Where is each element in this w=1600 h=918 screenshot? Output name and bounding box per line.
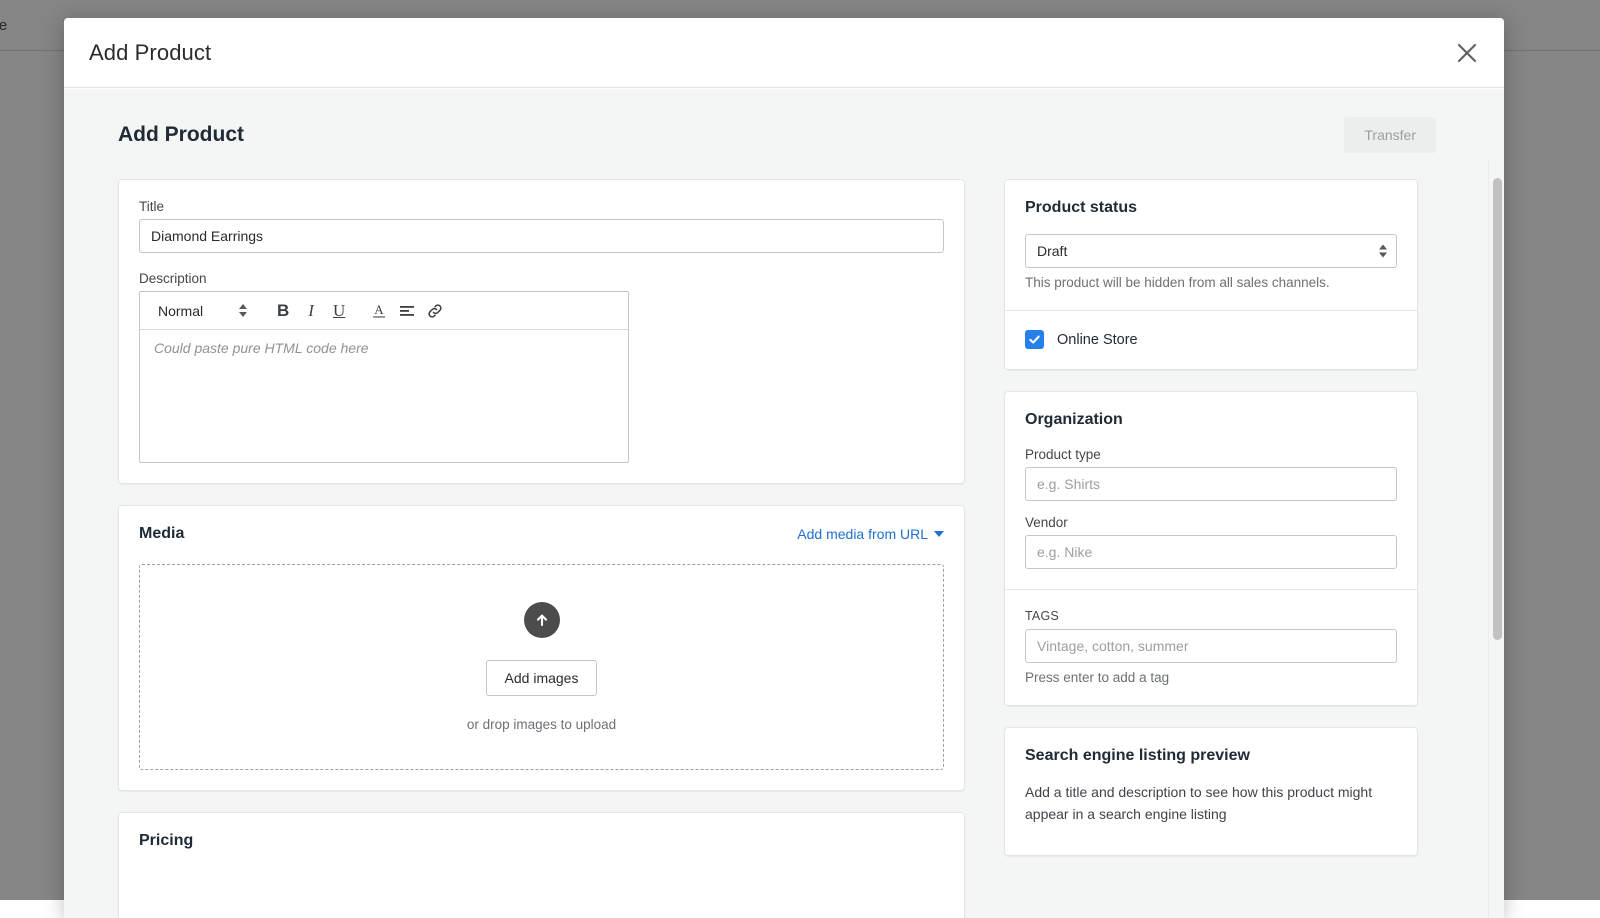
text-color-icon[interactable]: A (365, 297, 393, 325)
svg-text:A: A (374, 302, 384, 317)
product-status-body: Product status Draft This produc (1005, 180, 1417, 310)
seo-body-text: Add a title and description to see how t… (1025, 782, 1397, 825)
modal-body: Add Product Transfer Title Description (64, 89, 1504, 918)
description-label: Description (139, 271, 944, 286)
product-type-label: Product type (1025, 447, 1397, 462)
title-description-card: Title Description Normal (118, 179, 965, 484)
product-status-card: Product status Draft This produc (1004, 179, 1418, 370)
title-input[interactable] (139, 219, 944, 253)
modal-header: Add Product (64, 18, 1504, 88)
title-label: Title (139, 199, 944, 214)
close-icon[interactable] (1450, 36, 1484, 70)
format-select[interactable]: Normal (150, 303, 253, 319)
modal-content-canvas: Add Product Transfer Title Description (64, 89, 1491, 918)
italic-button[interactable]: I (297, 297, 325, 325)
transfer-button[interactable]: Transfer (1344, 117, 1436, 153)
product-status-heading: Product status (1025, 199, 1137, 216)
organization-heading: Organization (1025, 411, 1123, 428)
page-title: Add Product (118, 123, 244, 147)
seo-preview-card: Search engine listing preview Add a titl… (1004, 727, 1418, 856)
add-images-button[interactable]: Add images (486, 660, 598, 696)
bold-button[interactable]: B (269, 297, 297, 325)
description-editor: Normal B I U (139, 291, 629, 463)
media-heading: Media (139, 525, 184, 543)
description-textarea[interactable]: Could paste pure HTML code here (140, 330, 628, 462)
link-icon[interactable] (421, 297, 449, 325)
product-type-input[interactable] (1025, 467, 1397, 501)
vendor-input[interactable] (1025, 535, 1397, 569)
modal-title: Add Product (89, 40, 211, 66)
media-dropzone[interactable]: Add images or drop images to upload (139, 564, 944, 770)
vendor-label: Vendor (1025, 515, 1397, 530)
sales-channels-body: Online Store (1005, 311, 1417, 369)
modal-scrollbar-track[interactable] (1488, 160, 1504, 918)
pricing-heading: Pricing (139, 832, 193, 849)
organization-body: Organization Product type Vendor (1005, 392, 1417, 589)
drop-hint-text: or drop images to upload (467, 717, 616, 732)
tags-input[interactable] (1025, 629, 1397, 663)
editor-toolbar: Normal B I U (140, 292, 628, 330)
product-status-select[interactable]: Draft (1025, 234, 1397, 268)
align-icon[interactable] (393, 297, 421, 325)
organization-card: Organization Product type Vendor TAGS Pr… (1004, 391, 1418, 706)
seo-heading: Search engine listing preview (1025, 747, 1250, 764)
modal-scrollbar-thumb[interactable] (1493, 178, 1502, 640)
format-select-value: Normal (158, 303, 203, 319)
add-media-from-url-link[interactable]: Add media from URL (797, 526, 944, 542)
add-media-from-url-label: Add media from URL (797, 526, 928, 542)
upload-arrow-icon (524, 602, 560, 638)
left-column: Title Description Normal (118, 179, 965, 918)
stepper-down-icon (239, 312, 247, 317)
stepper-up-icon (239, 304, 247, 309)
online-store-label: Online Store (1057, 332, 1138, 348)
online-store-checkbox[interactable] (1025, 330, 1044, 349)
two-column-layout: Title Description Normal (64, 179, 1491, 918)
tags-label: TAGS (1025, 609, 1397, 623)
right-column: Product status Draft This produc (1004, 179, 1418, 877)
page-heading-row: Add Product Transfer (64, 117, 1491, 153)
tags-body: TAGS Press enter to add a tag (1005, 590, 1417, 705)
add-product-modal: Add Product Add Product Transfer Title (64, 18, 1504, 918)
description-placeholder: Could paste pure HTML code here (154, 340, 369, 356)
media-card-header: Media Add media from URL (139, 525, 944, 543)
media-card: Media Add media from URL (118, 505, 965, 791)
product-status-helper: This product will be hidden from all sal… (1025, 275, 1397, 290)
underline-button[interactable]: U (325, 297, 353, 325)
product-status-select-wrap: Draft (1025, 234, 1397, 268)
tags-helper: Press enter to add a tag (1025, 670, 1397, 685)
product-status-value: Draft (1037, 243, 1067, 259)
online-store-checkbox-row[interactable]: Online Store (1025, 330, 1397, 349)
pricing-card: Pricing (118, 812, 965, 918)
chevron-down-icon (934, 531, 944, 537)
